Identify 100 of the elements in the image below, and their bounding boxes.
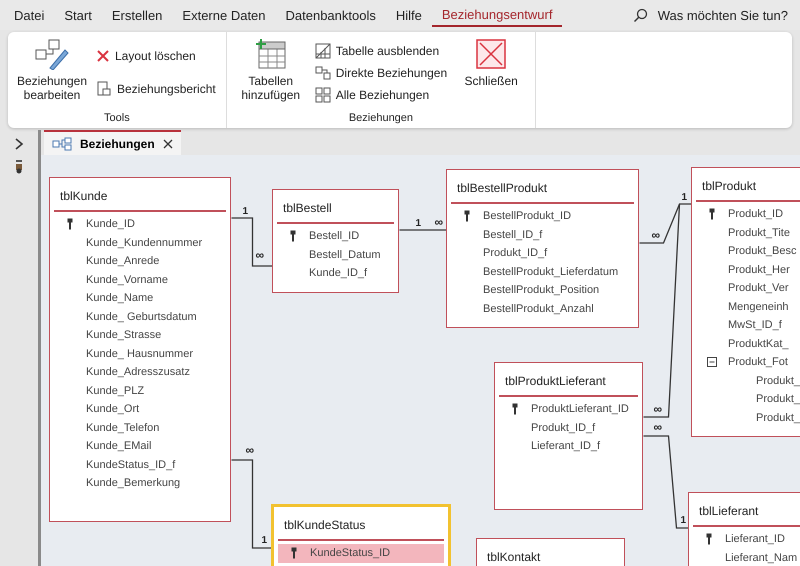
relationship-line[interactable] <box>644 435 688 529</box>
field-row[interactable]: Kunde_PLZ <box>54 382 226 400</box>
field-row[interactable]: MwSt_ID_f <box>696 316 800 334</box>
table-window[interactable]: tblProdukt Produkt_ID Produkt_Tite Produkt_Besc Produkt_Her Produkt_Ver Mengeneinh MwSt_ID_f ProduktKat_ Produkt_Fot Produkt_ Produkt_ Produkt_ <box>691 167 800 437</box>
table-window[interactable]: tblBestell Bestell_ID Bestell_Datum Kunde_ID_f <box>272 189 399 293</box>
field-row[interactable]: Produkt_ID <box>696 205 800 224</box>
ribbon-button[interactable]: Beziehungen bearbeiten <box>16 36 88 112</box>
field-row[interactable]: Produkt_Ver <box>696 279 800 298</box>
table-window[interactable]: tblProduktLieferant ProduktLieferant_ID Produkt_ID_f Lieferant_ID_f <box>494 362 643 510</box>
field-row[interactable]: ProduktLieferant_ID <box>499 400 638 418</box>
all-relationships-icon <box>314 87 331 103</box>
menu-tab[interactable]: Datenbanktools <box>276 2 386 28</box>
field-row[interactable]: Produkt_Besc <box>696 242 800 260</box>
menu-tab[interactable]: Hilfe <box>386 2 432 28</box>
field-row[interactable]: Kunde_Anrede <box>54 252 226 270</box>
cardinality-label: 1 <box>416 218 422 229</box>
document-tab[interactable]: Beziehungen <box>44 130 181 155</box>
table-title: tblProduktLieferant <box>505 374 606 388</box>
ribbon-button[interactable]: Tabellen hinzufügen <box>234 36 307 112</box>
field-row[interactable]: BestellProdukt_Lieferdatum <box>451 262 634 281</box>
report-icon <box>96 81 112 97</box>
expand-pane-icon[interactable] <box>14 138 24 150</box>
ribbon-button[interactable]: Direkte Beziehungen <box>312 63 450 83</box>
field-row[interactable]: KundeStatus_ID_f <box>54 456 226 474</box>
ribbon-button[interactable]: Layout löschen <box>94 47 218 65</box>
field-row[interactable]: Produkt_Her <box>696 260 800 279</box>
field-row[interactable]: Kunde_Telefon <box>54 418 226 437</box>
field-row[interactable]: Produkt_ID_f <box>451 244 634 262</box>
field-row[interactable]: Produkt_Tite <box>696 224 800 242</box>
cardinality-label: 1 <box>262 535 268 546</box>
relationship-line[interactable] <box>400 229 446 231</box>
menu-tab[interactable]: Beziehungsentwurf <box>432 3 562 27</box>
ribbon-button[interactable]: Schließen <box>455 36 528 112</box>
field-row[interactable]: Kunde_Vorname <box>54 270 226 289</box>
field-row[interactable]: KundeStatus_ID <box>278 544 444 562</box>
field-row[interactable]: Kunde_ID_f <box>277 264 394 282</box>
table-window[interactable]: tblLieferant Lieferant_ID Lieferant_Nam <box>688 492 800 566</box>
ribbon-button[interactable]: Alle Beziehungen <box>312 85 450 105</box>
field-row[interactable]: Kunde_Strasse <box>54 326 226 344</box>
field-row[interactable]: Kunde_ Hausnummer <box>54 344 226 363</box>
table-title: tblLieferant <box>699 504 758 518</box>
close-icon[interactable] <box>162 138 173 148</box>
relationship-line[interactable] <box>644 204 680 418</box>
cardinality-label: 1 <box>682 192 688 203</box>
field-row[interactable]: BestellProdukt_ID <box>451 207 634 226</box>
menu-tab[interactable]: Datei <box>4 2 54 28</box>
field-row[interactable]: Bestell_ID_f <box>451 226 634 244</box>
field-row[interactable]: BestellProdukt_Anzahl <box>451 300 634 318</box>
field-row[interactable]: Kunde_Adresszusatz <box>54 363 226 382</box>
table-window[interactable]: tblKontakt <box>476 538 625 566</box>
menu-tab[interactable]: Start <box>54 2 102 28</box>
object-icon[interactable] <box>15 160 23 174</box>
table-title: tblKundeStatus <box>284 518 366 532</box>
collapse-icon[interactable] <box>707 357 717 368</box>
field-row[interactable]: Produkt_ <box>696 408 800 427</box>
relationships-pencil-icon <box>35 38 69 70</box>
hide-table-icon <box>314 43 331 59</box>
close-icon <box>475 38 508 70</box>
table-window[interactable]: tblBestellProdukt BestellProdukt_ID Bestell_ID_f Produkt_ID_f BestellProdukt_Lieferdatum BestellProdukt_Position BestellProdukt_Anzahl <box>446 169 639 328</box>
field-row[interactable]: Kunde_Name <box>54 289 226 308</box>
relationship-line[interactable] <box>232 217 272 267</box>
relationship-line[interactable] <box>640 203 692 244</box>
search-icon[interactable] <box>632 8 648 22</box>
tell-me-field[interactable]: Was möchten Sie tun? <box>658 8 788 22</box>
cardinality-label: ∞ <box>256 248 264 262</box>
cardinality-label: ∞ <box>654 402 662 416</box>
table-window[interactable] <box>49 177 231 522</box>
field-row[interactable]: Produkt_ <box>696 390 800 408</box>
field-row[interactable]: Kunde_Bemerkung <box>54 474 226 492</box>
menu-tab[interactable]: Erstellen <box>102 2 172 28</box>
table-window[interactable]: tblKundeStatus KundeStatus_ID <box>271 504 451 566</box>
field-row[interactable]: Lieferant_ID_f <box>499 437 638 456</box>
cardinality-label: ∞ <box>246 443 254 457</box>
field-row[interactable]: BestellProdukt_Position <box>451 281 634 300</box>
table-title: tblProdukt <box>702 179 756 193</box>
field-row[interactable]: Produkt_Fot <box>696 353 800 372</box>
cardinality-label: 1 <box>242 206 248 217</box>
relationships-icon <box>52 136 72 150</box>
table-title: tblBestellProdukt <box>457 181 548 195</box>
field-row[interactable]: Kunde_Kundennummer <box>54 234 226 252</box>
ribbon-button[interactable]: Beziehungsbericht <box>94 79 218 99</box>
field-row[interactable]: Bestell_Datum <box>277 246 394 264</box>
table-title: tblBestell <box>283 201 332 215</box>
field-row[interactable]: Kunde_EMail <box>54 437 226 456</box>
field-row[interactable]: Bestell_ID <box>277 227 394 246</box>
field-row[interactable]: Produkt_ <box>696 372 800 390</box>
relationship-line[interactable] <box>232 459 272 549</box>
field-row[interactable]: Kunde_ Geburtsdatum <box>54 308 226 326</box>
field-row[interactable]: Produkt_ID_f <box>499 418 638 437</box>
cardinality-label: ∞ <box>434 215 444 229</box>
field-row[interactable]: Kunde_Ort <box>54 400 226 418</box>
field-row[interactable]: Kunde_ID <box>54 215 226 234</box>
relationship-icon <box>314 65 331 81</box>
field-row[interactable]: Lieferant_Nam <box>693 548 800 566</box>
menu-tab[interactable]: Externe Daten <box>172 2 276 28</box>
field-row[interactable]: Mengeneinh <box>696 298 800 316</box>
ribbon-button[interactable]: Tabelle ausblenden <box>312 41 450 61</box>
field-row[interactable]: Lieferant_ID <box>693 530 800 548</box>
field-row[interactable]: ProduktKat_ <box>696 334 800 353</box>
cardinality-label: 1 <box>680 515 686 526</box>
